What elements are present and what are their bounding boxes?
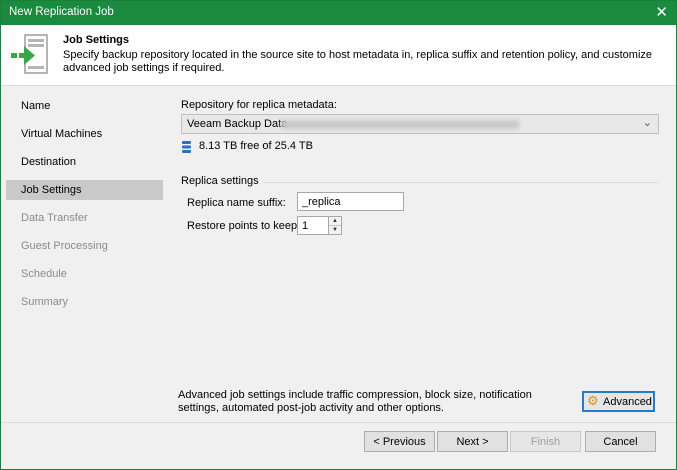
wizard-sidebar: Name Virtual Machines Destination Job Se…	[1, 86, 168, 422]
sidebar-item-summary: Summary	[21, 296, 69, 308]
stepper-up-icon[interactable]: ▲	[329, 217, 341, 226]
replica-settings-group-title: Replica settings	[181, 175, 259, 187]
title-bar[interactable]: New Replication Job ✕	[1, 1, 676, 25]
finish-button: Finish	[510, 431, 581, 452]
sidebar-item-name[interactable]: Name	[6, 96, 163, 116]
wizard-footer: < Previous Next > Finish Cancel	[1, 422, 676, 469]
restore-points-label: Restore points to keep:	[187, 220, 301, 232]
sidebar-item-schedule: Schedule	[21, 268, 67, 280]
advanced-button[interactable]: ⚙ Advanced	[582, 391, 655, 412]
replication-job-window: New Replication Job ✕ Job Settings Speci…	[0, 0, 677, 470]
advanced-settings-description: Advanced job settings include traffic co…	[178, 389, 532, 414]
page-title: Job Settings	[63, 34, 130, 46]
free-space-text: 8.13 TB free of 25.4 TB	[199, 140, 313, 152]
repository-select[interactable]: Veeam Backup Data ⌄	[181, 114, 659, 134]
redacted-repository-details	[281, 120, 519, 129]
replica-suffix-label: Replica name suffix:	[187, 197, 286, 209]
close-icon[interactable]: ✕	[655, 3, 668, 21]
sidebar-item-destination[interactable]: Destination	[6, 152, 163, 172]
job-settings-panel: Repository for replica metadata: Veeam B…	[168, 86, 676, 422]
previous-button[interactable]: < Previous	[364, 431, 435, 452]
stepper-down-icon[interactable]: ▼	[329, 226, 341, 234]
restore-points-stepper[interactable]: ▲ ▼	[297, 216, 342, 235]
group-divider	[262, 182, 659, 183]
sidebar-item-virtual-machines[interactable]: Virtual Machines	[6, 124, 163, 144]
replica-suffix-input[interactable]	[297, 192, 404, 211]
page-description: Specify backup repository located in the…	[63, 49, 653, 74]
gear-icon: ⚙	[587, 393, 599, 408]
stepper-buttons[interactable]: ▲ ▼	[328, 217, 341, 234]
repository-selected-value: Veeam Backup Data	[187, 118, 288, 130]
storage-icon	[182, 141, 191, 153]
wizard-header: Job Settings Specify backup repository l…	[1, 25, 676, 86]
advanced-button-label: Advanced	[603, 396, 652, 408]
cancel-button[interactable]: Cancel	[585, 431, 656, 452]
sidebar-item-guest-processing: Guest Processing	[21, 240, 108, 252]
chevron-down-icon[interactable]: ⌄	[643, 116, 652, 129]
next-button[interactable]: Next >	[437, 431, 508, 452]
window-title: New Replication Job	[9, 6, 114, 18]
sidebar-item-job-settings[interactable]: Job Settings	[6, 180, 163, 200]
server-arrow-icon	[11, 34, 48, 74]
repository-label: Repository for replica metadata:	[181, 99, 337, 111]
sidebar-item-data-transfer: Data Transfer	[21, 212, 88, 224]
